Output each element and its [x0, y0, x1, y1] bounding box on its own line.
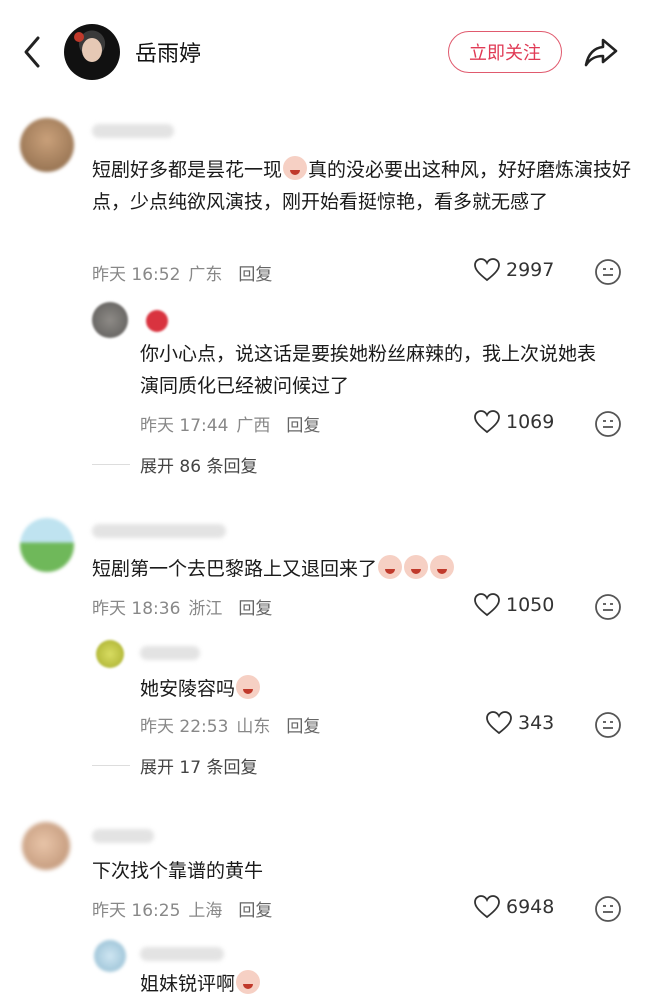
emoji-react-icon[interactable] [594, 258, 622, 286]
comment-text: 下次找个靠谱的黄牛 [92, 860, 264, 882]
crying-emoji-icon [283, 156, 308, 180]
reply-button[interactable]: 回复 [238, 594, 272, 619]
reply-button[interactable]: 回复 [286, 411, 320, 436]
reply-text: 姐妹锐评啊 [140, 968, 610, 1000]
heart-icon [486, 711, 512, 735]
comment-meta: 昨天 16:25 上海 回复 [92, 896, 272, 921]
comment-region: 广东 [188, 265, 223, 285]
crying-emoji-icon [404, 555, 429, 579]
reply-text-part: 她安陵容吗 [140, 678, 236, 700]
comment-time: 昨天 16:52 [92, 265, 181, 285]
follow-button[interactable]: 立即关注 [448, 31, 562, 73]
crying-emoji-icon [430, 555, 455, 579]
divider-line [92, 765, 130, 766]
replier-name-blurred [140, 947, 224, 961]
commenter-avatar[interactable] [20, 518, 74, 572]
emoji-react-icon[interactable] [594, 593, 622, 621]
comment-time: 昨天 16:25 [92, 901, 181, 921]
like-button[interactable]: 343 [486, 711, 554, 735]
comment-meta: 昨天 16:52 广东 回复 [92, 260, 272, 285]
commenter-name-blurred [92, 829, 154, 843]
emoji-react-icon[interactable] [594, 410, 622, 438]
reply-text: 你小心点，说这话是要挨她粉丝麻辣的，我上次说她表演同质化已经被问候过了 [140, 343, 597, 397]
like-button[interactable]: 1050 [474, 593, 554, 617]
like-button[interactable]: 6948 [474, 895, 554, 919]
comment-text: 短剧好多都是昙花一现 真的没必要出这种风，好好磨炼演技好点，少点纯欲风演技，刚开始… [92, 154, 632, 218]
reply-region: 广西 [236, 416, 271, 436]
like-count: 1050 [506, 594, 555, 616]
expand-label: 展开 17 条回复 [140, 758, 258, 778]
emoji-react-icon[interactable] [594, 711, 622, 739]
commenter-name-blurred [92, 524, 226, 538]
heart-icon [474, 258, 500, 282]
comment-time: 昨天 18:36 [92, 599, 181, 619]
heart-icon [474, 895, 500, 919]
comment-text: 短剧第一个去巴黎路上又退回来了 [92, 553, 632, 585]
heart-icon [474, 410, 500, 434]
comment-text-part: 短剧第一个去巴黎路上又退回来了 [92, 558, 378, 580]
back-arrow-icon[interactable] [18, 34, 48, 70]
reply-time: 昨天 17:44 [140, 416, 229, 436]
expand-replies[interactable]: 展开 86 条回复 [92, 452, 257, 477]
reply-text-part: 姐妹锐评啊 [140, 973, 236, 995]
comment-region: 上海 [188, 901, 223, 921]
emoji-react-icon[interactable] [594, 895, 622, 923]
avatar-flower [74, 32, 84, 42]
like-count: 2997 [506, 259, 555, 281]
crying-emoji-icon [378, 555, 403, 579]
like-count: 1069 [506, 411, 555, 433]
expand-label: 展开 86 条回复 [140, 457, 258, 477]
commenter-avatar[interactable] [20, 118, 74, 172]
commenter-name-blurred [92, 124, 174, 138]
reply-button[interactable]: 回复 [238, 260, 272, 285]
crying-emoji-icon [236, 970, 261, 994]
replier-avatar[interactable] [92, 302, 128, 338]
divider-line [92, 464, 130, 465]
reply-text: 她安陵容吗 [140, 673, 610, 705]
commenter-avatar[interactable] [22, 822, 70, 870]
reply-button[interactable]: 回复 [238, 896, 272, 921]
replier-name-blurred [140, 646, 200, 660]
reply-region: 山东 [236, 717, 271, 737]
top-bar: 岳雨婷 立即关注 [0, 0, 646, 100]
author-avatar[interactable] [64, 24, 120, 80]
like-count: 343 [518, 712, 555, 734]
cherry-badge-icon [146, 310, 168, 332]
author-name[interactable]: 岳雨婷 [135, 36, 201, 68]
avatar-face [82, 38, 102, 62]
comment-region: 浙江 [188, 599, 223, 619]
replier-avatar[interactable] [96, 640, 124, 668]
like-button[interactable]: 1069 [474, 410, 554, 434]
reply-meta: 昨天 17:44 广西 回复 [140, 411, 320, 436]
expand-replies[interactable]: 展开 17 条回复 [92, 753, 257, 778]
reply-time: 昨天 22:53 [140, 717, 229, 737]
share-icon[interactable] [583, 34, 619, 70]
like-count: 6948 [506, 896, 555, 918]
comment-text-part: 短剧好多都是昙花一现 [92, 159, 283, 181]
like-button[interactable]: 2997 [474, 258, 554, 282]
replier-avatar[interactable] [94, 940, 126, 972]
comment-meta: 昨天 18:36 浙江 回复 [92, 594, 272, 619]
heart-icon [474, 593, 500, 617]
reply-meta: 昨天 22:53 山东 回复 [140, 712, 320, 737]
crying-emoji-icon [236, 675, 261, 699]
reply-button[interactable]: 回复 [286, 712, 320, 737]
